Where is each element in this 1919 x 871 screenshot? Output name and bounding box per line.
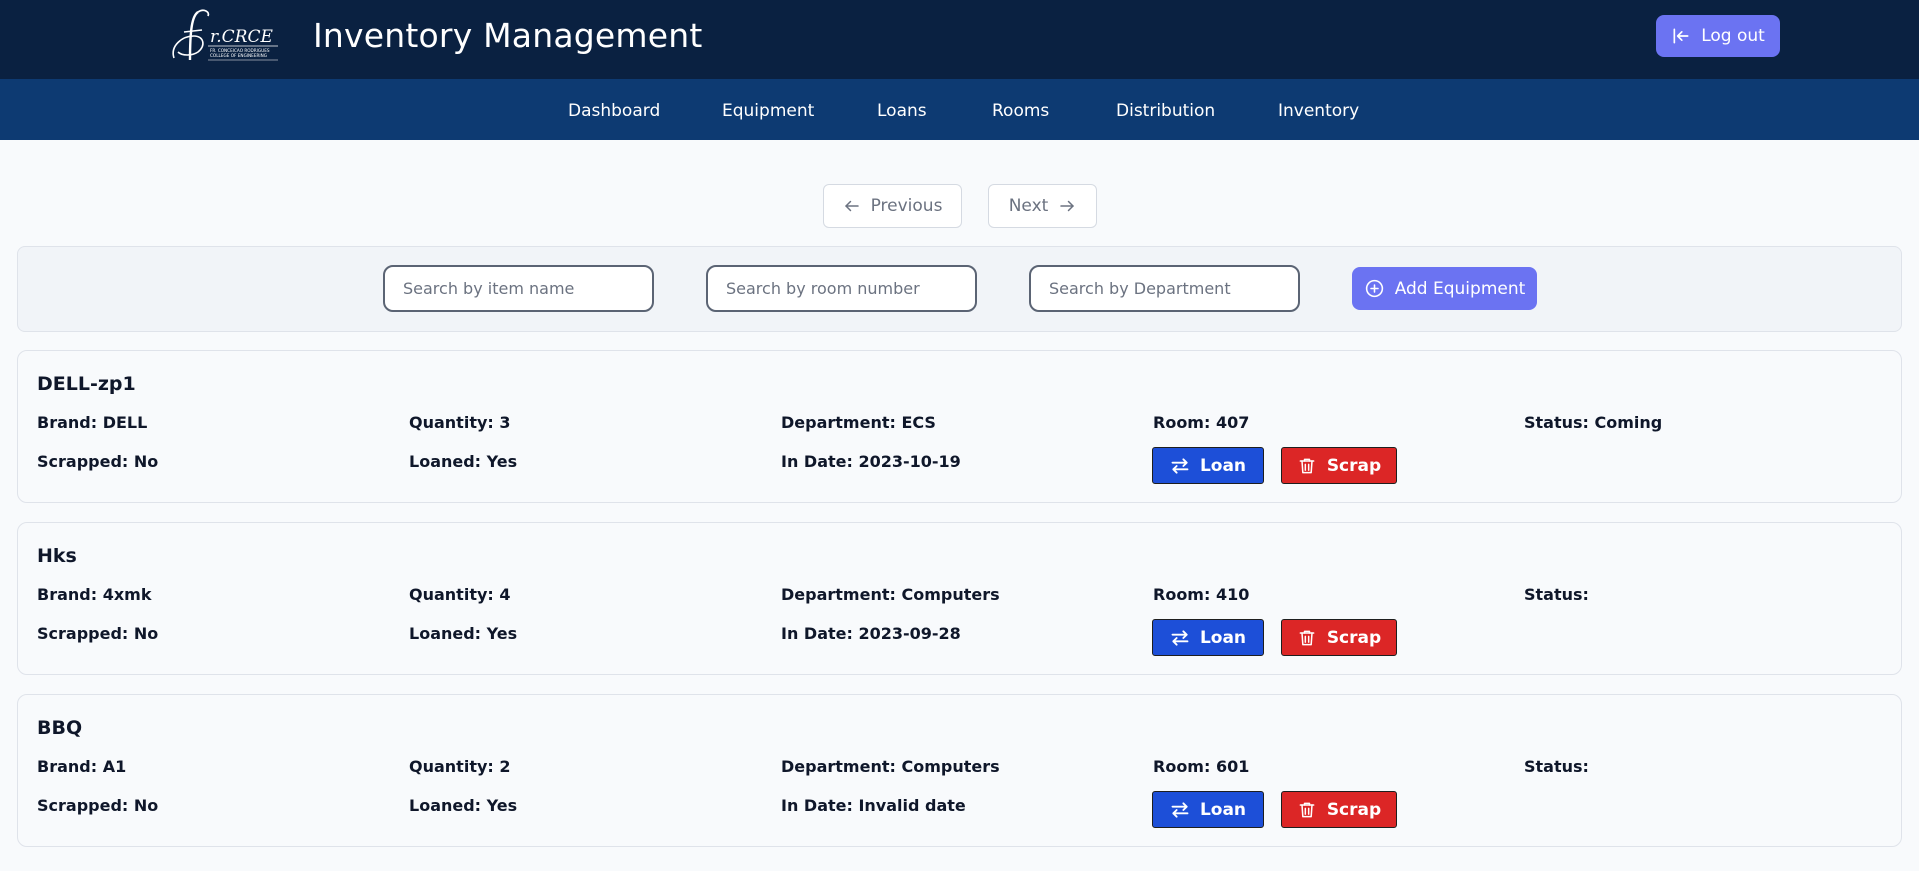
scrap-label: Scrap	[1326, 627, 1382, 648]
loan-button[interactable]: Loan	[1152, 791, 1264, 828]
equipment-scrapped: Scrapped: No	[37, 624, 159, 643]
search-room-input[interactable]	[706, 265, 977, 312]
equipment-status: Status:	[1524, 757, 1589, 776]
equipment-card: DELL-zp1 Brand: DELL Quantity: 3 Departm…	[17, 350, 1902, 503]
nav-item-inventory[interactable]: Inventory	[1278, 101, 1359, 121]
nav-item-distribution[interactable]: Distribution	[1116, 101, 1215, 121]
svg-text:r.CRCE: r.CRCE	[210, 27, 273, 47]
loan-button[interactable]: Loan	[1152, 619, 1264, 656]
trash-icon	[1299, 458, 1315, 473]
scrap-label: Scrap	[1326, 455, 1382, 476]
logout-button[interactable]: Log out	[1656, 15, 1780, 57]
equipment-status: Status:	[1524, 585, 1589, 604]
logout-label: Log out	[1701, 26, 1765, 46]
equipment-brand: Brand: A1	[37, 757, 127, 776]
equipment-name: Hks	[37, 545, 77, 567]
loan-button[interactable]: Loan	[1152, 447, 1264, 484]
loan-label: Loan	[1199, 627, 1247, 648]
search-item-input[interactable]	[383, 265, 654, 312]
svg-text:COLLEGE OF ENGINEERING: COLLEGE OF ENGINEERING	[210, 53, 267, 58]
nav-item-loans[interactable]: Loans	[877, 101, 927, 121]
equipment-quantity: Quantity: 2	[409, 757, 511, 776]
equipment-room: Room: 410	[1153, 585, 1250, 604]
arrow-right-icon	[1060, 200, 1075, 212]
equipment-department: Department: Computers	[781, 757, 1000, 776]
next-button[interactable]: Next	[988, 184, 1097, 228]
previous-button[interactable]: Previous	[823, 184, 962, 228]
equipment-card: BBQ Brand: A1 Quantity: 2 Department: Co…	[17, 694, 1902, 847]
fr-crce-logo-icon[interactable]: r.CRCE FR. CONCEICAO RODRIGUES COLLEGE O…	[168, 6, 280, 66]
swap-arrows-icon	[1171, 629, 1189, 646]
equipment-department: Department: Computers	[781, 585, 1000, 604]
equipment-quantity: Quantity: 4	[409, 585, 511, 604]
plus-circle-icon	[1365, 279, 1383, 298]
equipment-card: Hks Brand: 4xmk Quantity: 4 Department: …	[17, 522, 1902, 675]
scrap-button[interactable]: Scrap	[1281, 619, 1397, 656]
equipment-loaned: Loaned: Yes	[409, 796, 518, 815]
equipment-brand: Brand: DELL	[37, 413, 148, 432]
equipment-brand: Brand: 4xmk	[37, 585, 152, 604]
equipment-quantity: Quantity: 3	[409, 413, 511, 432]
logout-icon	[1673, 28, 1689, 44]
next-label: Next	[1008, 196, 1049, 216]
equipment-in-date: In Date: Invalid date	[781, 796, 966, 815]
equipment-scrapped: Scrapped: No	[37, 452, 159, 471]
equipment-room: Room: 601	[1153, 757, 1250, 776]
scrap-label: Scrap	[1326, 799, 1382, 820]
equipment-loaned: Loaned: Yes	[409, 624, 518, 643]
top-header: r.CRCE FR. CONCEICAO RODRIGUES COLLEGE O…	[0, 0, 1919, 79]
equipment-scrapped: Scrapped: No	[37, 796, 159, 815]
nav-item-dashboard[interactable]: Dashboard	[568, 101, 660, 121]
main-nav: Dashboard Equipment Loans Rooms Distribu…	[0, 79, 1919, 140]
trash-icon	[1299, 802, 1315, 817]
arrow-left-icon	[844, 200, 859, 212]
equipment-name: DELL-zp1	[37, 373, 136, 395]
loan-label: Loan	[1199, 799, 1247, 820]
add-equipment-button[interactable]: Add Equipment	[1352, 267, 1537, 310]
equipment-in-date: In Date: 2023-10-19	[781, 452, 961, 471]
equipment-status: Status: Coming	[1524, 413, 1663, 432]
app-title: Inventory Management	[313, 16, 703, 55]
swap-arrows-icon	[1171, 457, 1189, 474]
trash-icon	[1299, 630, 1315, 645]
nav-item-rooms[interactable]: Rooms	[992, 101, 1049, 121]
search-department-input[interactable]	[1029, 265, 1300, 312]
previous-label: Previous	[870, 196, 943, 216]
equipment-room: Room: 407	[1153, 413, 1250, 432]
equipment-name: BBQ	[37, 717, 83, 739]
add-equipment-label: Add Equipment	[1394, 278, 1526, 299]
loan-label: Loan	[1199, 455, 1247, 476]
swap-arrows-icon	[1171, 801, 1189, 818]
equipment-in-date: In Date: 2023-09-28	[781, 624, 961, 643]
nav-item-equipment[interactable]: Equipment	[722, 101, 814, 121]
equipment-loaned: Loaned: Yes	[409, 452, 518, 471]
equipment-department: Department: ECS	[781, 413, 936, 432]
scrap-button[interactable]: Scrap	[1281, 791, 1397, 828]
scrap-button[interactable]: Scrap	[1281, 447, 1397, 484]
